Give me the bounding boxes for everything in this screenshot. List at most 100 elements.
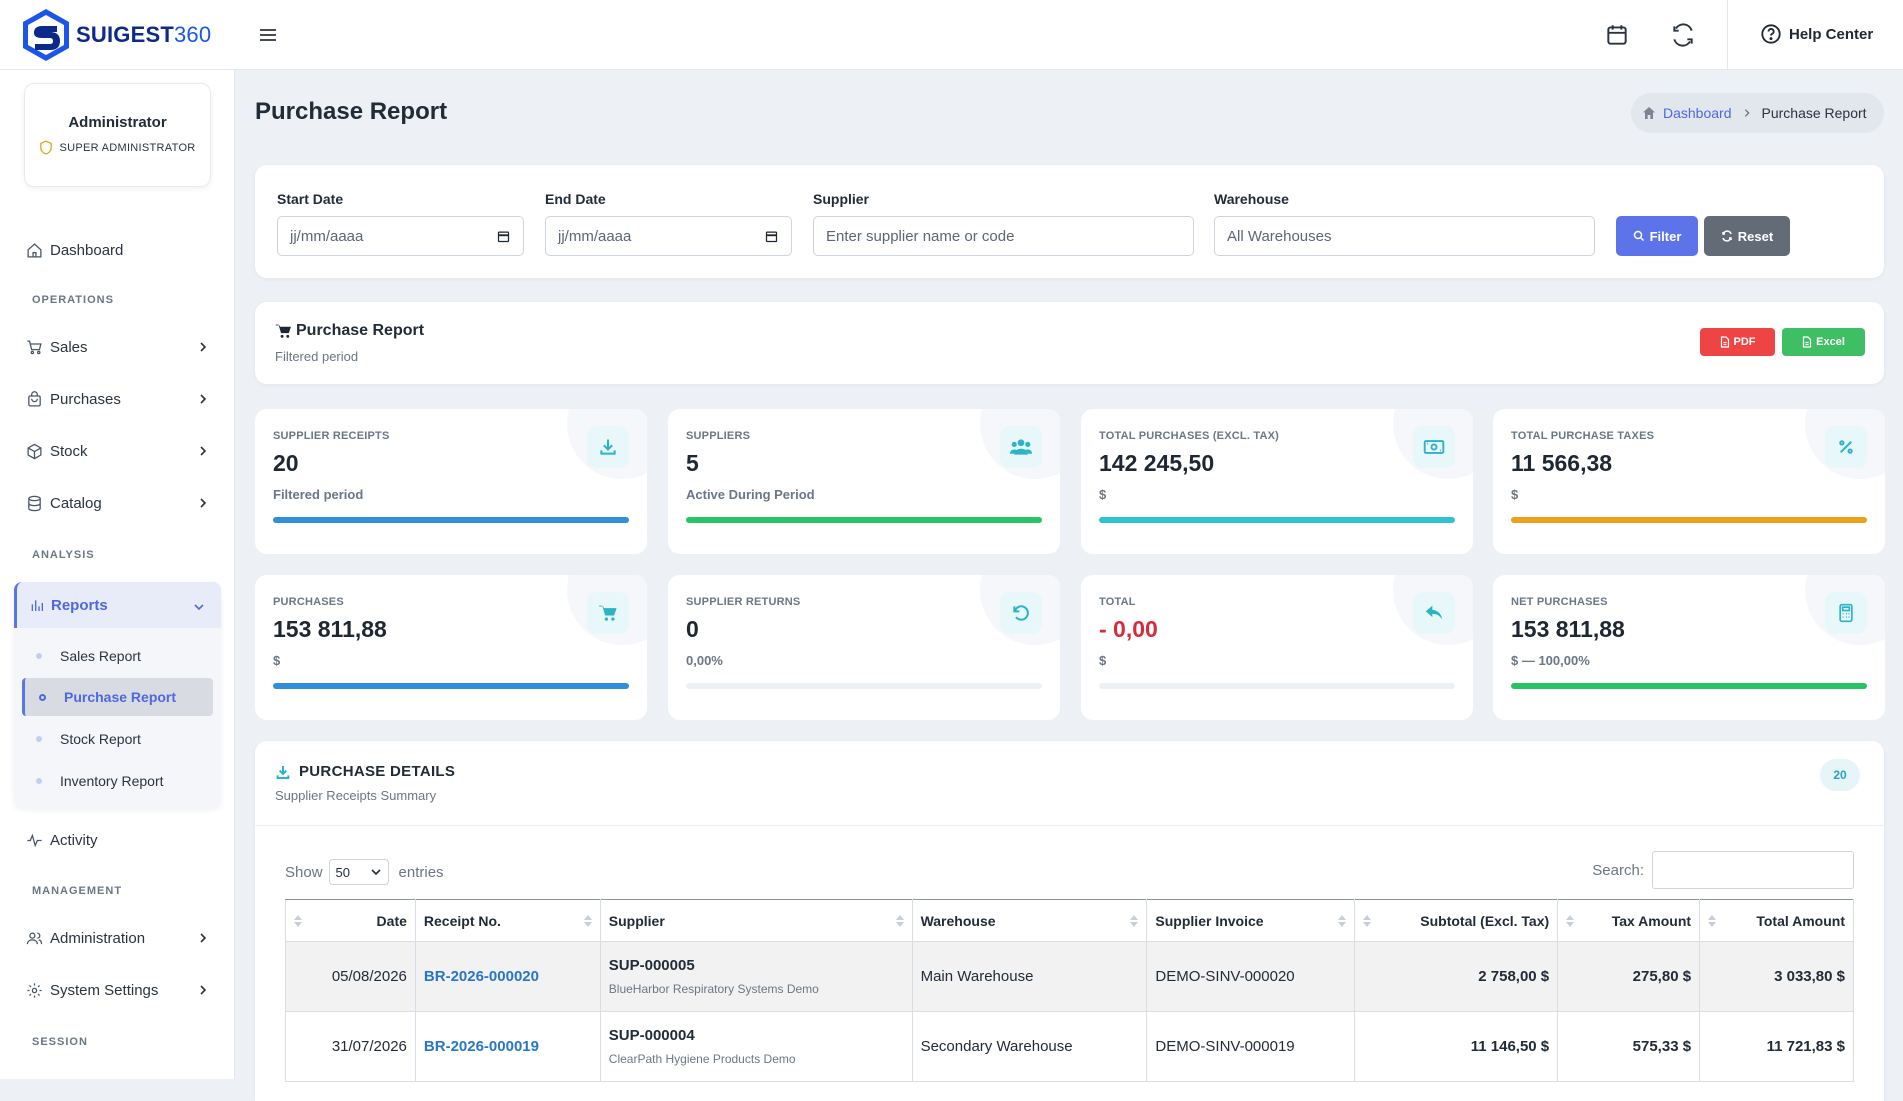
breadcrumb-dashboard-link[interactable]: Dashboard [1663,105,1732,121]
sidebar-item-reports[interactable]: Reports [14,582,221,628]
column-header-warehouse[interactable]: Warehouse [911,899,1148,942]
warehouse-select[interactable]: All Warehouses [1214,216,1595,256]
warehouse-value: All Warehouses [1227,227,1332,245]
receipt-link[interactable]: BR-2026-000019 [424,1038,539,1055]
cell-total: 11 721,83 $ [1699,1011,1854,1082]
filter-button[interactable]: Filter [1616,216,1698,256]
cell-date: 31/07/2026 [285,1011,416,1082]
search-input[interactable] [1652,851,1854,889]
cell-invoice: DEMO-SINV-000020 [1146,941,1356,1012]
stat-sub: $ [273,653,281,668]
stat-value: - 0,00 [1099,616,1158,642]
column-header-date[interactable]: Date [285,899,416,942]
sidebar-subitem-stock-report[interactable]: Stock Report [22,720,213,758]
warehouse-label: Warehouse [1214,191,1289,207]
sidebar-label-stock: Stock [50,442,88,460]
stat-progress-fill [1099,517,1455,523]
pdf-button[interactable]: PDF [1700,328,1775,356]
calendar-icon[interactable] [496,229,511,244]
sidebar-item-activity[interactable]: Activity [24,825,209,855]
stat-card: TOTAL PURCHASES (EXCL. TAX) 142 245,50 $ [1081,409,1473,554]
chevron-right-icon [200,933,207,943]
stat-progress-fill [1511,517,1867,523]
stat-card: SUPPLIERS 5 Active During Period [668,409,1060,554]
stat-sub: 0,00% [686,653,723,668]
cell-subtotal: 2 758,00 $ [1354,941,1559,1012]
start-date-input[interactable]: jj/mm/aaaa [277,216,524,256]
column-header-supplier[interactable]: Supplier [599,899,913,942]
cell-subtotal: 11 146,50 $ [1354,1011,1559,1082]
cell-tax: 575,33 $ [1557,1011,1701,1082]
column-label: Subtotal (Excl. Tax) [1420,912,1550,929]
entries-value: 50 [335,864,350,880]
sidebar-item-stock[interactable]: Stock [24,436,209,466]
section-operations: OPERATIONS [32,294,114,306]
stat-label: SUPPLIERS [686,430,751,442]
column-header-subtotal[interactable]: Subtotal (Excl. Tax) [1354,899,1559,942]
sidebar-label-sales: Sales [50,338,88,356]
bullet-icon [36,778,42,784]
sidebar-item-dashboard[interactable]: Dashboard [24,235,209,265]
stat-progress-fill [686,517,1042,523]
sidebar-label-administration: Administration [50,929,146,947]
users-icon [1000,426,1042,468]
column-header-total-amount[interactable]: Total Amount [1699,899,1854,942]
excel-button-label: Excel [1816,336,1845,348]
shopping-bag-icon [24,389,44,409]
supplier-input[interactable]: Enter supplier name or code [813,216,1194,256]
calendar-icon[interactable] [764,229,779,244]
stat-label: TOTAL [1099,596,1136,608]
calendar-icon[interactable] [1604,22,1630,48]
search-label: Search: [1592,861,1644,879]
reply-icon [1413,592,1455,634]
sidebar-subitem-sales-report[interactable]: Sales Report [22,637,213,675]
end-date-input[interactable]: jj/mm/aaaa [545,216,792,256]
excel-button[interactable]: Excel [1782,328,1865,356]
receipt-link[interactable]: BR-2026-000020 [424,968,539,985]
sidebar-item-catalog[interactable]: Catalog [24,488,209,518]
cart-icon [275,324,291,338]
brand-logo[interactable]: SUIGEST360 [20,7,211,63]
cell-receipt: BR-2026-000020 [414,941,601,1012]
stat-card: SUPPLIER RETURNS 0 0,00% [668,575,1060,720]
sidebar-item-purchases[interactable]: Purchases [24,384,209,414]
table-row: 05/08/2026 BR-2026-000020 SUP-000005 Blu… [285,941,1854,1012]
column-label: Warehouse [920,912,996,929]
sort-icon [1708,915,1717,927]
stat-value: 0 [686,616,699,642]
entries-select[interactable]: 50 [328,859,389,885]
details-title-label: PURCHASE DETAILS [299,763,456,780]
chevron-right-icon [200,498,207,508]
column-label: Date [376,912,407,929]
column-header-receipt-no[interactable]: Receipt No. [414,899,601,942]
refresh-icon[interactable] [1670,22,1696,48]
column-header-supplier-invoice[interactable]: Supplier Invoice [1146,899,1356,942]
cell-tax: 275,80 $ [1557,941,1701,1012]
sidebar-subitem-purchase-report[interactable]: Purchase Report [22,678,213,716]
bullet-icon [36,736,42,742]
stat-sub: $ — 100,00% [1511,653,1590,668]
stat-progress-track [1511,517,1867,523]
user-card[interactable]: Administrator SUPER ADMINISTRATOR [24,83,211,187]
reset-button[interactable]: Reset [1704,216,1790,256]
sort-icon [1363,915,1372,927]
sidebar-subitem-inventory-report[interactable]: Inventory Report [22,762,213,800]
subitem-label: Inventory Report [60,773,164,789]
stat-progress-track [686,517,1042,523]
sidebar-item-administration[interactable]: Administration [24,923,209,953]
stat-progress-track [1511,683,1867,689]
search-icon [1633,230,1644,242]
sidebar-item-sales[interactable]: Sales [24,332,209,362]
sidebar-item-system-settings[interactable]: System Settings [24,975,209,1005]
help-center-link[interactable]: Help Center [1760,23,1873,45]
shield-icon [40,140,53,155]
subitem-label: Sales Report [60,648,141,664]
breadcrumb: Dashboard Purchase Report [1631,93,1884,133]
stat-progress-fill [273,683,629,689]
cell-supplier: SUP-000005 BlueHarbor Respiratory System… [599,941,913,1012]
stat-label: TOTAL PURCHASES (EXCL. TAX) [1099,430,1279,442]
column-header-tax-amount[interactable]: Tax Amount [1557,899,1701,942]
column-label: Total Amount [1756,912,1845,929]
cart-icon [24,337,44,357]
menu-toggle-icon[interactable] [258,25,278,45]
